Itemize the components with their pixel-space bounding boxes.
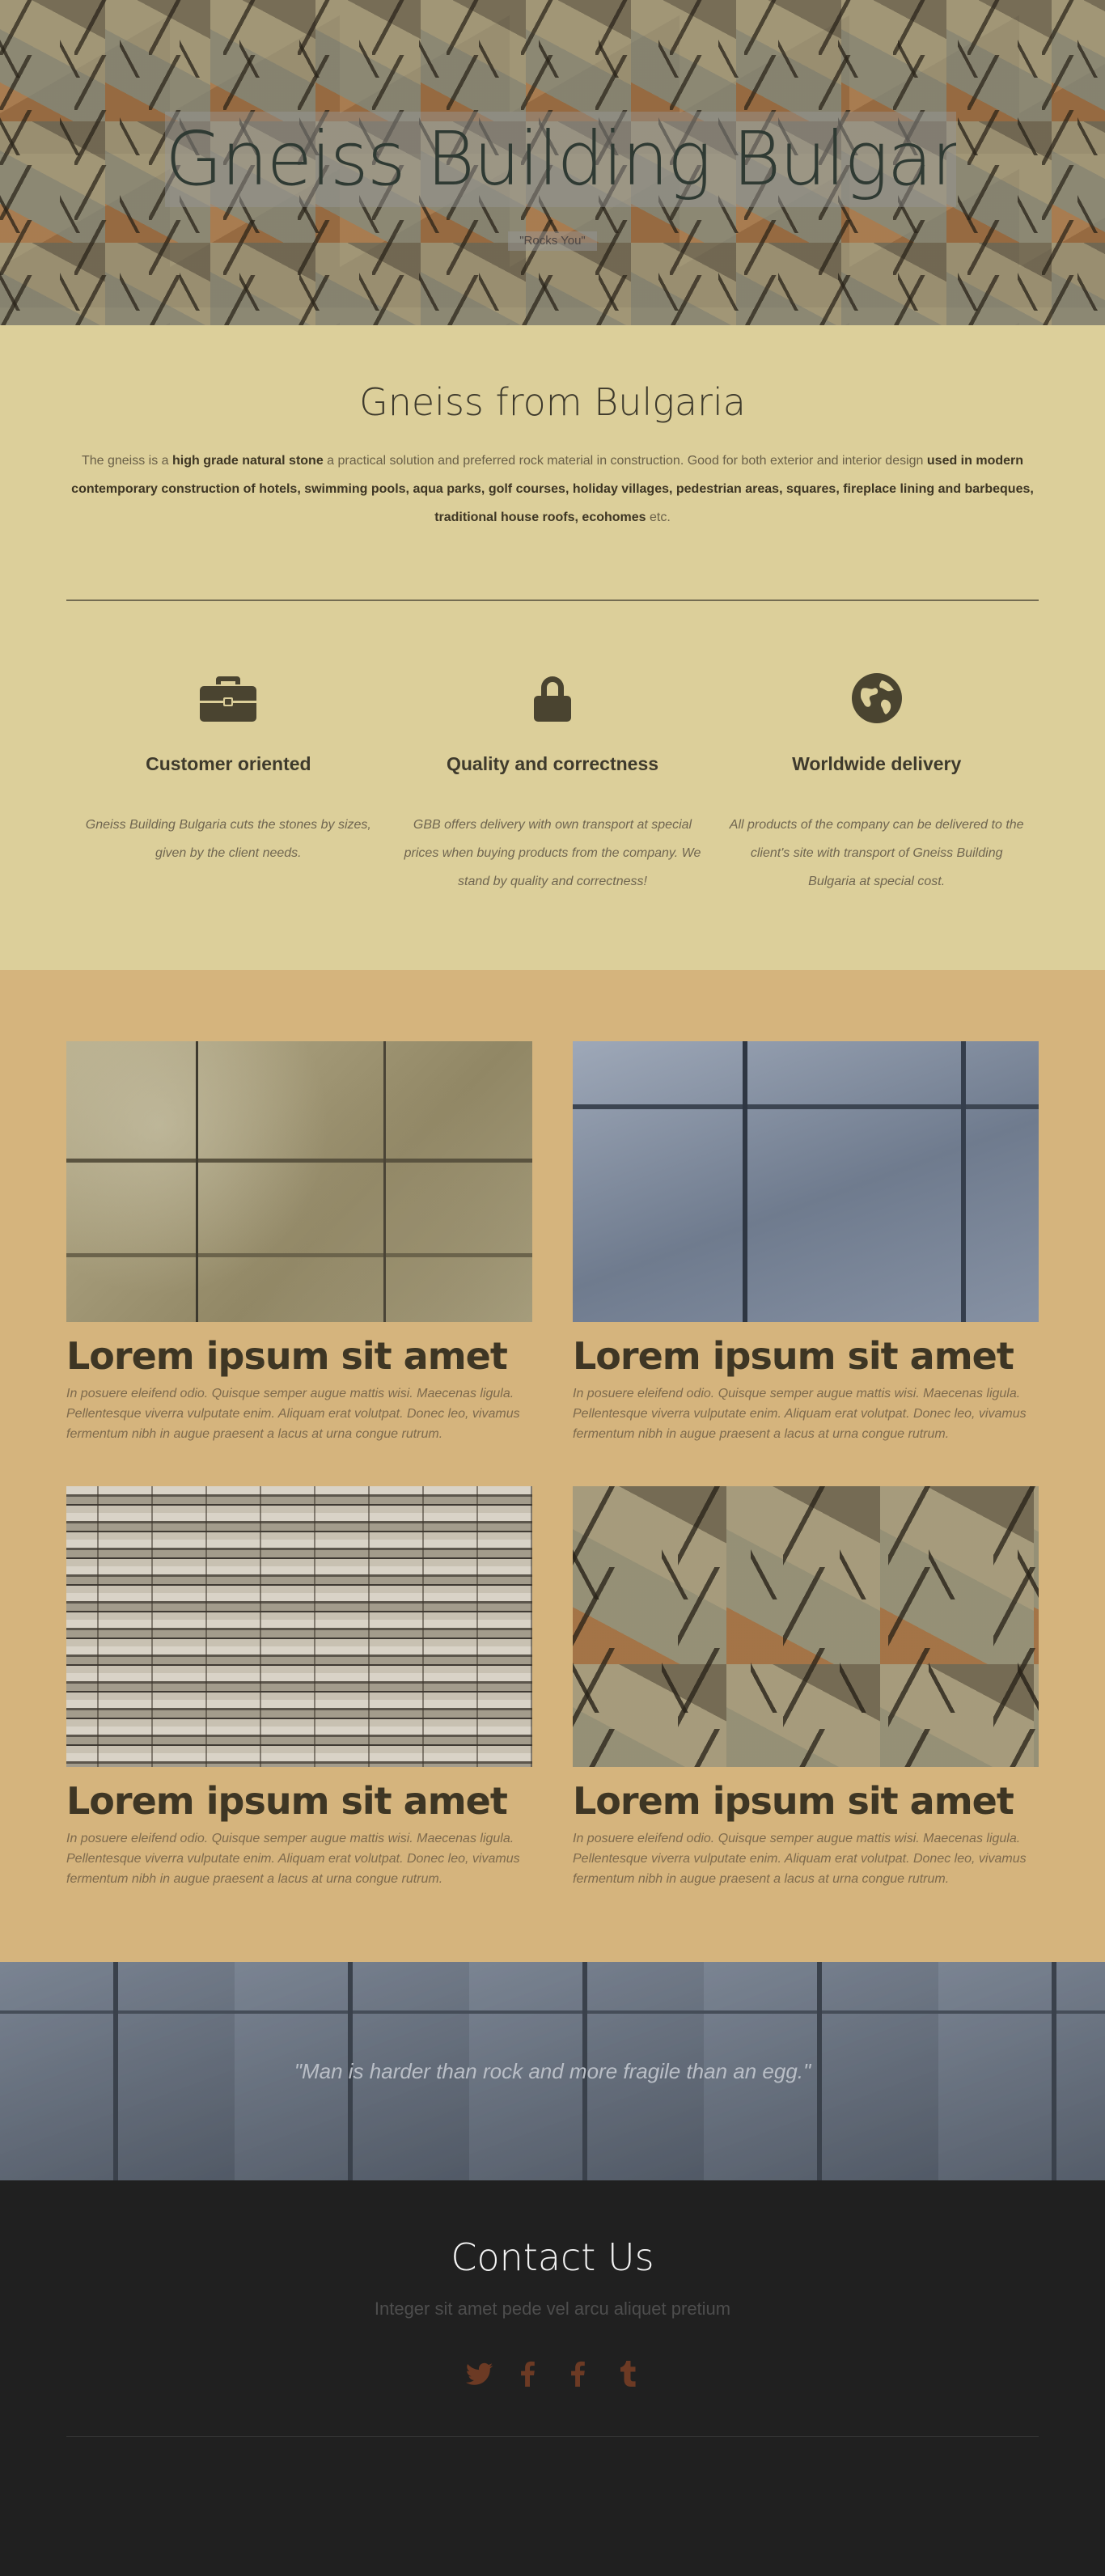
site-title: Gneiss Building Bulgaria xyxy=(165,112,956,207)
feature-customer-oriented: Customer oriented Gneiss Building Bulgar… xyxy=(66,671,391,896)
feature-worldwide-delivery: Worldwide delivery All products of the c… xyxy=(714,671,1039,896)
irregular-stones-image[interactable] xyxy=(573,1486,1039,1767)
feature-title: Quality and correctness xyxy=(446,753,659,774)
card-title: Lorem ipsum sit amet xyxy=(66,1779,508,1823)
site-tagline: "Rocks You" xyxy=(508,231,597,251)
intro-section: Gneiss from Bulgaria The gneiss is a hig… xyxy=(0,325,1105,970)
card-title: Lorem ipsum sit amet xyxy=(573,1334,1014,1378)
gallery-card: Lorem ipsum sit amet In posuere eleifend… xyxy=(573,1041,1039,1444)
gallery-grid: Lorem ipsum sit amet In posuere eleifend… xyxy=(66,1041,1039,1889)
feature-text: All products of the company can be deliv… xyxy=(729,818,1024,888)
feature-text: GBB offers delivery with own transport a… xyxy=(404,818,701,888)
twitter-icon[interactable] xyxy=(465,2360,493,2392)
feature-title: Customer oriented xyxy=(146,753,311,774)
features-row: Customer oriented Gneiss Building Bulgar… xyxy=(66,671,1039,896)
gallery-card: Lorem ipsum sit amet In posuere eleifend… xyxy=(573,1486,1039,1889)
footer-divider xyxy=(66,2436,1039,2437)
feature-quality: Quality and correctness GBB offers deliv… xyxy=(391,671,715,896)
tumblr-icon[interactable] xyxy=(616,2360,639,2392)
facebook-icon[interactable] xyxy=(566,2360,589,2392)
card-text: In posuere eleifend odio. Quisque semper… xyxy=(66,1832,520,1886)
lock-icon xyxy=(399,671,707,726)
intro-text: The gneiss is a high grade natural stone… xyxy=(66,447,1039,532)
gallery-card: Lorem ipsum sit amet In posuere eleifend… xyxy=(66,1041,532,1444)
stone-slabs-image[interactable] xyxy=(66,1041,532,1322)
intro-text-bold: high grade natural stone xyxy=(172,454,324,468)
section-divider xyxy=(66,600,1039,601)
quote-banner: "Man is harder than rock and more fragil… xyxy=(0,1962,1105,2180)
globe-icon xyxy=(722,671,1031,726)
contact-title: Contact Us xyxy=(451,2235,654,2279)
feature-text: Gneiss Building Bulgaria cuts the stones… xyxy=(85,818,371,860)
social-links xyxy=(66,2360,1039,2392)
feature-title: Worldwide delivery xyxy=(792,753,962,774)
gallery-card: Lorem ipsum sit amet In posuere eleifend… xyxy=(66,1486,532,1889)
quote-text: "Man is harder than rock and more fragil… xyxy=(294,2058,811,2083)
card-text: In posuere eleifend odio. Quisque semper… xyxy=(573,1832,1027,1886)
intro-title: Gneiss from Bulgaria xyxy=(359,380,746,424)
card-title: Lorem ipsum sit amet xyxy=(66,1334,508,1378)
briefcase-icon xyxy=(74,671,383,726)
intro-text-part: a practical solution and preferred rock … xyxy=(323,454,927,468)
stacked-stones-image[interactable] xyxy=(66,1486,532,1767)
stone-wall-image[interactable] xyxy=(573,1041,1039,1322)
contact-section: Contact Us Integer sit amet pede vel arc… xyxy=(0,2180,1105,2530)
facebook-icon[interactable] xyxy=(516,2360,539,2392)
contact-subtitle: Integer sit amet pede vel arcu aliquet p… xyxy=(374,2298,731,2319)
card-title: Lorem ipsum sit amet xyxy=(573,1779,1014,1823)
gallery-section: Lorem ipsum sit amet In posuere eleifend… xyxy=(0,970,1105,1962)
hero-banner: Gneiss Building Bulgaria "Rocks You" xyxy=(0,0,1105,325)
intro-text-part: The gneiss is a xyxy=(81,454,173,468)
card-text: In posuere eleifend odio. Quisque semper… xyxy=(573,1387,1027,1441)
intro-text-part: etc. xyxy=(646,511,671,524)
card-text: In posuere eleifend odio. Quisque semper… xyxy=(66,1387,520,1441)
